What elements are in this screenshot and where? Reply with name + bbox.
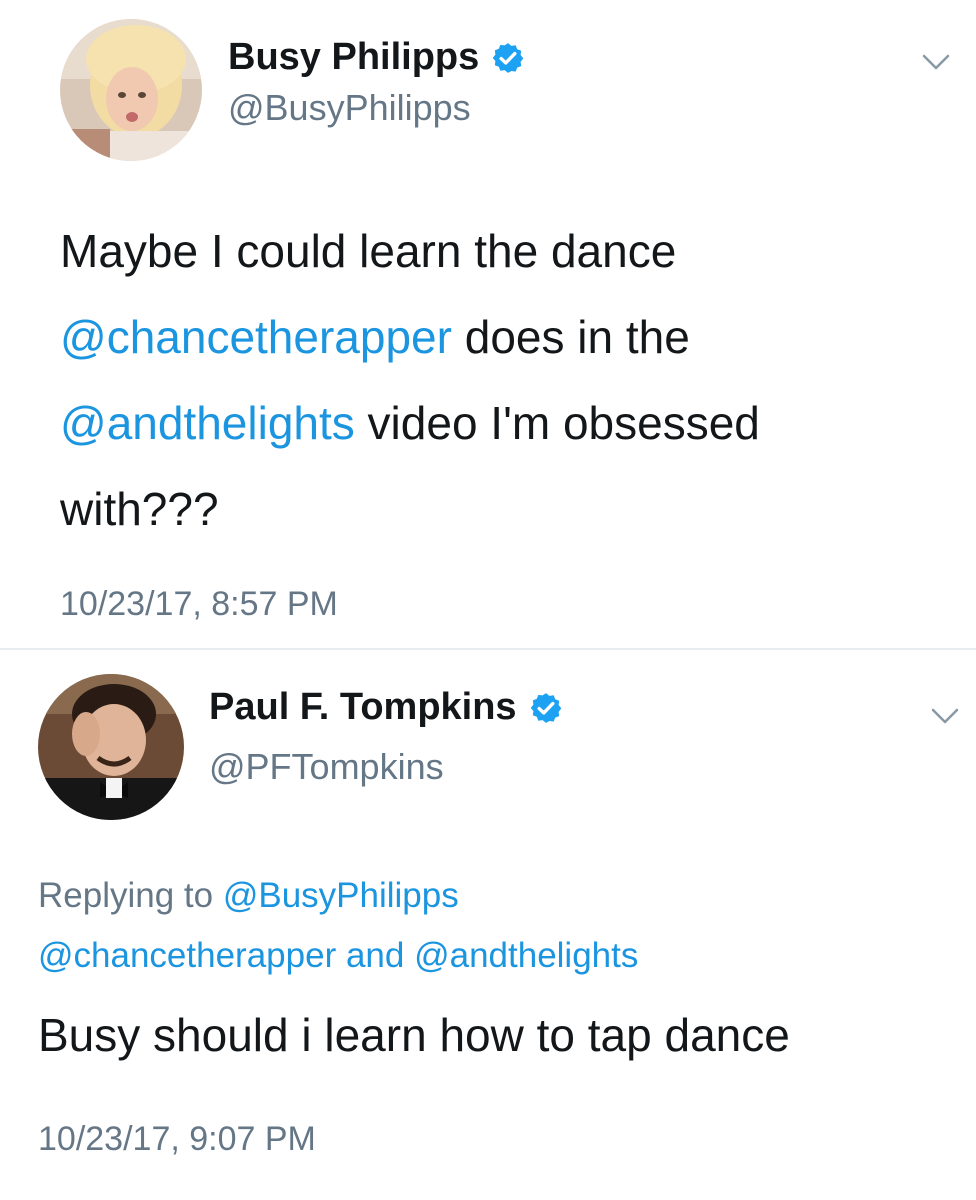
author-handle[interactable]: @BusyPhilipps [228, 87, 471, 129]
avatar-pftompkins[interactable] [38, 674, 184, 820]
text-segment: video I'm obsessed [354, 397, 760, 449]
tweet-text-line: @andthelights video I'm obsessed [60, 380, 760, 466]
tweet-text: Maybe I could learn the dance @chancethe… [60, 208, 760, 552]
tweet-timestamp[interactable]: 10/23/17, 9:07 PM [38, 1120, 316, 1159]
replying-to-prefix: Replying to [38, 876, 223, 915]
mention-link[interactable]: @BusyPhilipps [223, 876, 459, 915]
text-segment: does in the [451, 311, 690, 363]
text-segment: Maybe I could learn the dance [60, 225, 677, 277]
mention-link[interactable]: @andthelights [414, 936, 638, 975]
text-segment: with??? [60, 483, 219, 535]
tweet-timestamp[interactable]: 10/23/17, 8:57 PM [60, 585, 338, 624]
tweet-text: Busy should i learn how to tap dance [38, 1009, 790, 1061]
replying-to-line: @chancetherapper and @andthelights [38, 926, 638, 986]
mention-link[interactable]: @chancetherapper [38, 936, 336, 975]
verified-badge-icon [530, 692, 561, 723]
tweet-busyphilipps[interactable]: Busy Philipps @BusyPhilipps Maybe I coul… [0, 0, 976, 648]
mention-link[interactable]: @andthelights [60, 397, 355, 449]
author-name[interactable]: Paul F. Tompkins [209, 686, 517, 729]
author-handle[interactable]: @PFTompkins [209, 746, 444, 788]
chevron-down-icon[interactable] [930, 706, 960, 726]
tweet-pftompkins[interactable]: Paul F. Tompkins @PFTompkins Replying to… [0, 650, 976, 1200]
tweet-text-line: with??? [60, 466, 760, 552]
verified-badge-icon [492, 42, 524, 73]
author-name[interactable]: Busy Philipps [228, 36, 479, 79]
user-avatar-icon [60, 19, 202, 161]
replying-to-line: Replying to @BusyPhilipps [38, 866, 638, 926]
tweet-text-line: Maybe I could learn the dance [60, 208, 760, 294]
replying-to-and: and [336, 936, 415, 975]
avatar-busyphilipps[interactable] [60, 19, 202, 161]
chevron-down-icon[interactable] [921, 52, 951, 72]
replying-to: Replying to @BusyPhilipps @chancetherapp… [38, 866, 638, 986]
mention-link[interactable]: @chancetherapper [60, 311, 452, 363]
user-avatar-icon [38, 674, 184, 820]
tweet-text-line: @chancetherapper does in the [60, 294, 760, 380]
